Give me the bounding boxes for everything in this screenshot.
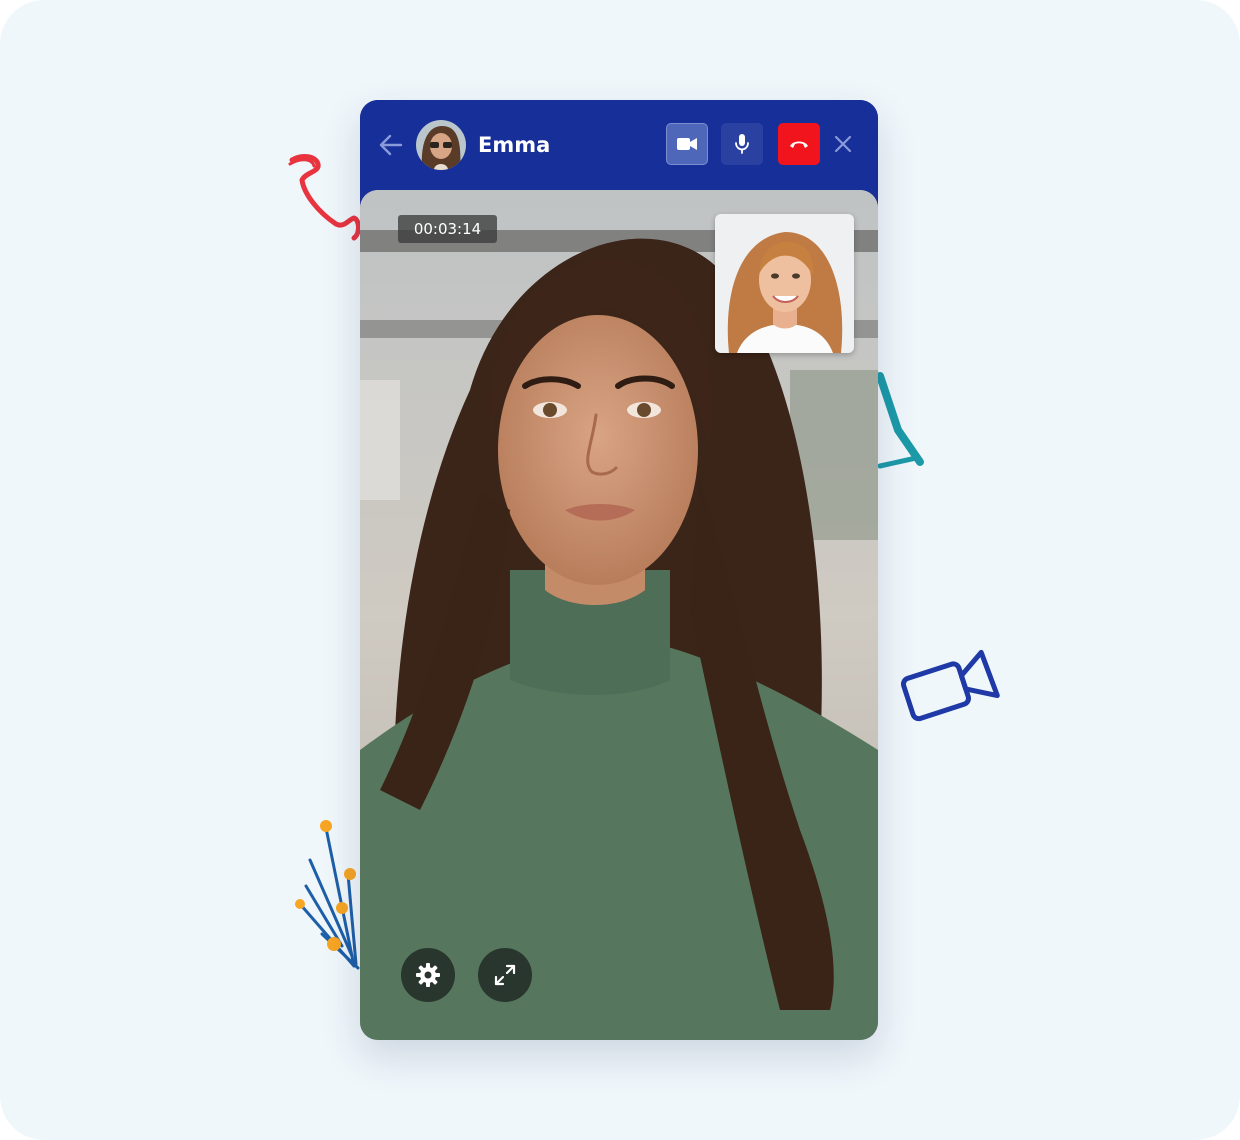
app-background: Emma 00:03:14 — [0, 0, 1240, 1140]
video-toggle-button[interactable] — [666, 123, 708, 165]
video-call-window: Emma 00:03:14 — [360, 100, 878, 1040]
self-view-video[interactable] — [715, 214, 854, 353]
phone-doodle-icon — [288, 154, 361, 241]
gear-icon — [416, 963, 440, 987]
settings-button[interactable] — [401, 948, 455, 1002]
end-call-button[interactable] — [778, 123, 820, 165]
microphone-toggle-button[interactable] — [721, 123, 763, 165]
call-header: Emma — [360, 100, 878, 192]
arrow-left-icon — [379, 134, 403, 156]
teal-stroke-doodle — [876, 372, 924, 469]
avatar[interactable] — [416, 120, 466, 170]
close-button[interactable] — [828, 123, 858, 165]
close-icon — [834, 135, 852, 153]
video-camera-icon — [677, 138, 697, 150]
camera-doodle-icon — [900, 649, 1000, 722]
call-timer: 00:03:14 — [398, 215, 497, 243]
person-avatar — [416, 120, 466, 170]
flowers-doodle — [295, 820, 360, 970]
caller-name: Emma — [478, 133, 551, 157]
self-view-participant — [715, 214, 854, 353]
microphone-icon — [735, 134, 749, 154]
expand-icon — [494, 964, 516, 986]
fullscreen-button[interactable] — [478, 948, 532, 1002]
remote-video-feed: 00:03:14 — [360, 190, 878, 1040]
back-button[interactable] — [376, 130, 406, 160]
phone-hangup-icon — [790, 141, 808, 148]
